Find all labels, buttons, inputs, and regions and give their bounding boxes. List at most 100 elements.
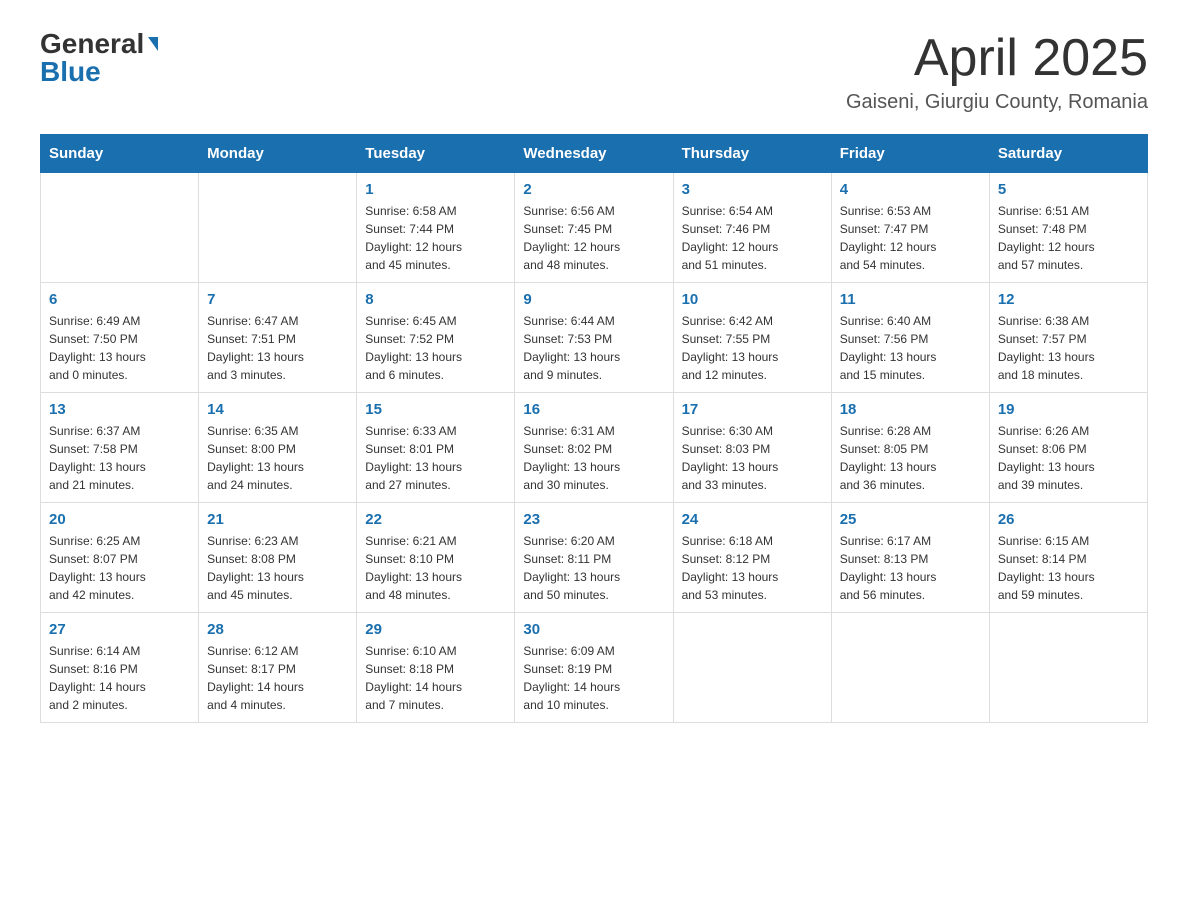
calendar-cell — [199, 173, 357, 283]
logo-general-text: General — [40, 30, 144, 58]
calendar-cell — [673, 613, 831, 723]
day-number: 5 — [998, 181, 1139, 198]
day-number: 25 — [840, 511, 981, 528]
day-info: Sunrise: 6:14 AM Sunset: 8:16 PM Dayligh… — [49, 642, 190, 714]
calendar-week-row: 20 Sunrise: 6:25 AM Sunset: 8:07 PM Dayli… — [41, 503, 1148, 613]
calendar-cell: 2Sunrise: 6:56 AM Sunset: 7:45 PM Daylig… — [515, 173, 673, 283]
day-info: Sunrise: 6:40 AM Sunset: 7:56 PM Dayligh… — [840, 312, 981, 384]
calendar-cell: 28 Sunrise: 6:12 AM Sunset: 8:17 PM Dayli… — [199, 613, 357, 723]
calendar-cell — [41, 173, 199, 283]
day-info: Sunrise: 6:35 AM Sunset: 8:00 PM Dayligh… — [207, 422, 348, 494]
day-number: 27 — [49, 621, 190, 638]
day-number: 11 — [840, 291, 981, 308]
calendar-table: SundayMondayTuesdayWednesdayThursdayFrid… — [40, 134, 1148, 723]
day-number: 8 — [365, 291, 506, 308]
day-info: Sunrise: 6:47 AM Sunset: 7:51 PM Dayligh… — [207, 312, 348, 384]
calendar-week-row: 1Sunrise: 6:58 AM Sunset: 7:44 PM Daylig… — [41, 173, 1148, 283]
day-number: 29 — [365, 621, 506, 638]
day-of-week-monday: Monday — [199, 135, 357, 173]
day-number: 7 — [207, 291, 348, 308]
day-number: 20 — [49, 511, 190, 528]
calendar-cell: 1Sunrise: 6:58 AM Sunset: 7:44 PM Daylig… — [357, 173, 515, 283]
calendar-cell: 15Sunrise: 6:33 AM Sunset: 8:01 PM Dayli… — [357, 393, 515, 503]
day-of-week-sunday: Sunday — [41, 135, 199, 173]
day-info: Sunrise: 6:12 AM Sunset: 8:17 PM Dayligh… — [207, 642, 348, 714]
logo-arrow-icon — [148, 37, 158, 51]
day-info: Sunrise: 6:28 AM Sunset: 8:05 PM Dayligh… — [840, 422, 981, 494]
day-info: Sunrise: 6:15 AM Sunset: 8:14 PM Dayligh… — [998, 532, 1139, 604]
day-number: 19 — [998, 401, 1139, 418]
calendar-cell: 21 Sunrise: 6:23 AM Sunset: 8:08 PM Dayli… — [199, 503, 357, 613]
day-number: 28 — [207, 621, 348, 638]
day-info: Sunrise: 6:58 AM Sunset: 7:44 PM Dayligh… — [365, 202, 506, 274]
calendar-cell: 13Sunrise: 6:37 AM Sunset: 7:58 PM Dayli… — [41, 393, 199, 503]
day-info: Sunrise: 6:51 AM Sunset: 7:48 PM Dayligh… — [998, 202, 1139, 274]
day-info: Sunrise: 6:45 AM Sunset: 7:52 PM Dayligh… — [365, 312, 506, 384]
day-of-week-saturday: Saturday — [989, 135, 1147, 173]
calendar-cell — [989, 613, 1147, 723]
day-number: 22 — [365, 511, 506, 528]
day-of-week-wednesday: Wednesday — [515, 135, 673, 173]
day-number: 14 — [207, 401, 348, 418]
day-number: 17 — [682, 401, 823, 418]
month-title: April 2025 — [846, 30, 1148, 87]
title-section: April 2025 Gaiseni, Giurgiu County, Roma… — [846, 30, 1148, 114]
calendar-cell: 30Sunrise: 6:09 AM Sunset: 8:19 PM Dayli… — [515, 613, 673, 723]
day-info: Sunrise: 6:30 AM Sunset: 8:03 PM Dayligh… — [682, 422, 823, 494]
day-number: 18 — [840, 401, 981, 418]
calendar-week-row: 13Sunrise: 6:37 AM Sunset: 7:58 PM Dayli… — [41, 393, 1148, 503]
calendar-cell: 26 Sunrise: 6:15 AM Sunset: 8:14 PM Dayli… — [989, 503, 1147, 613]
calendar-cell: 12Sunrise: 6:38 AM Sunset: 7:57 PM Dayli… — [989, 283, 1147, 393]
day-info: Sunrise: 6:10 AM Sunset: 8:18 PM Dayligh… — [365, 642, 506, 714]
calendar-header-row: SundayMondayTuesdayWednesdayThursdayFrid… — [41, 135, 1148, 173]
day-info: Sunrise: 6:23 AM Sunset: 8:08 PM Dayligh… — [207, 532, 348, 604]
calendar-cell: 8 Sunrise: 6:45 AM Sunset: 7:52 PM Daylig… — [357, 283, 515, 393]
day-number: 3 — [682, 181, 823, 198]
calendar-cell: 25Sunrise: 6:17 AM Sunset: 8:13 PM Dayli… — [831, 503, 989, 613]
day-number: 24 — [682, 511, 823, 528]
logo-blue-text: Blue — [40, 58, 101, 86]
calendar-cell: 6Sunrise: 6:49 AM Sunset: 7:50 PM Daylig… — [41, 283, 199, 393]
day-info: Sunrise: 6:33 AM Sunset: 8:01 PM Dayligh… — [365, 422, 506, 494]
day-of-week-thursday: Thursday — [673, 135, 831, 173]
calendar-cell: 7 Sunrise: 6:47 AM Sunset: 7:51 PM Daylig… — [199, 283, 357, 393]
calendar-cell: 29 Sunrise: 6:10 AM Sunset: 8:18 PM Dayli… — [357, 613, 515, 723]
day-of-week-tuesday: Tuesday — [357, 135, 515, 173]
calendar-cell: 19 Sunrise: 6:26 AM Sunset: 8:06 PM Dayli… — [989, 393, 1147, 503]
day-info: Sunrise: 6:31 AM Sunset: 8:02 PM Dayligh… — [523, 422, 664, 494]
calendar-cell — [831, 613, 989, 723]
day-info: Sunrise: 6:49 AM Sunset: 7:50 PM Dayligh… — [49, 312, 190, 384]
day-info: Sunrise: 6:26 AM Sunset: 8:06 PM Dayligh… — [998, 422, 1139, 494]
calendar-cell: 14 Sunrise: 6:35 AM Sunset: 8:00 PM Dayli… — [199, 393, 357, 503]
logo: General Blue — [40, 30, 158, 86]
day-number: 16 — [523, 401, 664, 418]
day-number: 26 — [998, 511, 1139, 528]
day-number: 10 — [682, 291, 823, 308]
page-header: General Blue April 2025 Gaiseni, Giurgiu… — [40, 30, 1148, 114]
calendar-cell: 23Sunrise: 6:20 AM Sunset: 8:11 PM Dayli… — [515, 503, 673, 613]
calendar-cell: 24 Sunrise: 6:18 AM Sunset: 8:12 PM Dayli… — [673, 503, 831, 613]
calendar-cell: 11 Sunrise: 6:40 AM Sunset: 7:56 PM Dayli… — [831, 283, 989, 393]
day-number: 30 — [523, 621, 664, 638]
day-number: 2 — [523, 181, 664, 198]
day-number: 21 — [207, 511, 348, 528]
calendar-cell: 27 Sunrise: 6:14 AM Sunset: 8:16 PM Dayli… — [41, 613, 199, 723]
day-info: Sunrise: 6:42 AM Sunset: 7:55 PM Dayligh… — [682, 312, 823, 384]
day-info: Sunrise: 6:54 AM Sunset: 7:46 PM Dayligh… — [682, 202, 823, 274]
calendar-cell: 20 Sunrise: 6:25 AM Sunset: 8:07 PM Dayli… — [41, 503, 199, 613]
day-info: Sunrise: 6:25 AM Sunset: 8:07 PM Dayligh… — [49, 532, 190, 604]
calendar-week-row: 27 Sunrise: 6:14 AM Sunset: 8:16 PM Dayli… — [41, 613, 1148, 723]
calendar-cell: 9Sunrise: 6:44 AM Sunset: 7:53 PM Daylig… — [515, 283, 673, 393]
calendar-cell: 5 Sunrise: 6:51 AM Sunset: 7:48 PM Daylig… — [989, 173, 1147, 283]
calendar-week-row: 6Sunrise: 6:49 AM Sunset: 7:50 PM Daylig… — [41, 283, 1148, 393]
day-number: 4 — [840, 181, 981, 198]
calendar-cell: 16 Sunrise: 6:31 AM Sunset: 8:02 PM Dayli… — [515, 393, 673, 503]
day-info: Sunrise: 6:53 AM Sunset: 7:47 PM Dayligh… — [840, 202, 981, 274]
location-title: Gaiseni, Giurgiu County, Romania — [846, 91, 1148, 114]
calendar-cell: 17 Sunrise: 6:30 AM Sunset: 8:03 PM Dayli… — [673, 393, 831, 503]
day-number: 9 — [523, 291, 664, 308]
calendar-cell: 3 Sunrise: 6:54 AM Sunset: 7:46 PM Daylig… — [673, 173, 831, 283]
day-info: Sunrise: 6:18 AM Sunset: 8:12 PM Dayligh… — [682, 532, 823, 604]
day-info: Sunrise: 6:38 AM Sunset: 7:57 PM Dayligh… — [998, 312, 1139, 384]
calendar-cell: 10 Sunrise: 6:42 AM Sunset: 7:55 PM Dayli… — [673, 283, 831, 393]
